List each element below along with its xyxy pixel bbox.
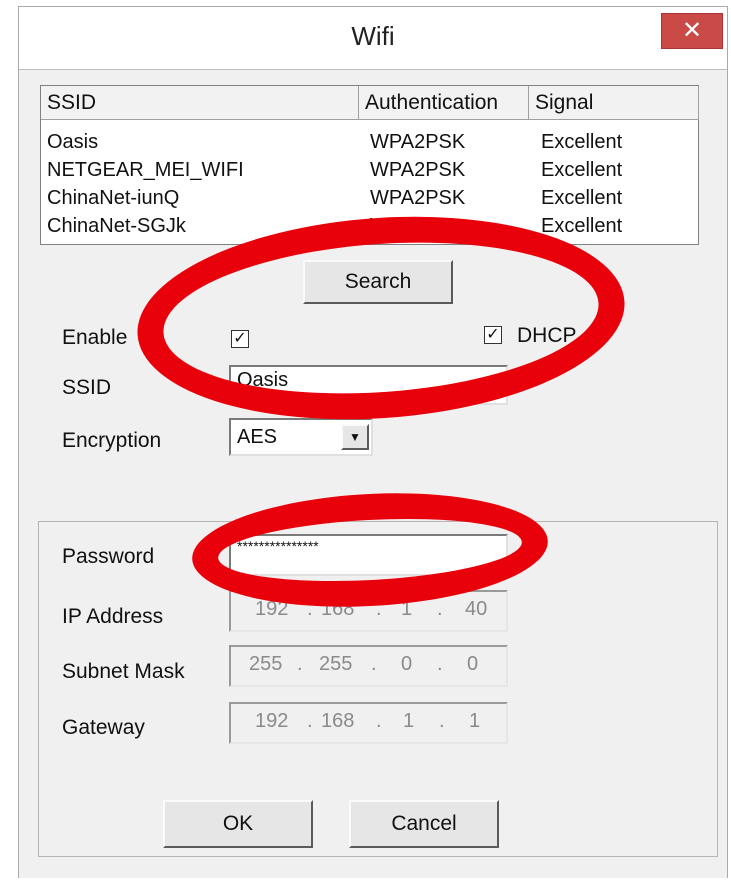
- row-signal: Excellent: [541, 159, 623, 181]
- row-authentication: WPA2PSK: [370, 187, 466, 209]
- close-icon: ✕: [681, 17, 703, 44]
- password-label: Password: [62, 545, 155, 568]
- ip-octet: 192: [255, 710, 289, 732]
- window-title: Wifi: [351, 21, 395, 51]
- row-signal: Excellent: [541, 215, 623, 237]
- ip-octet: 255: [319, 653, 353, 675]
- network-row[interactable]: NETGEAR_MEI_WIFI WPA2PSK Excellent: [41, 159, 698, 187]
- ip-octet: 40: [465, 598, 488, 620]
- row-ssid: NETGEAR_MEI_WIFI: [47, 159, 244, 181]
- encryption-value: AES: [237, 426, 278, 448]
- encryption-select[interactable]: AES ▼: [229, 418, 373, 456]
- column-header-ssid[interactable]: SSID: [41, 86, 359, 120]
- gateway-label: Gateway: [62, 716, 145, 739]
- enable-label: Enable: [62, 326, 128, 349]
- column-header-signal[interactable]: Signal: [529, 86, 699, 120]
- ip-separator: .: [297, 653, 303, 675]
- ip-octet: 0: [401, 653, 413, 675]
- ip-octet: 255: [249, 653, 283, 675]
- network-row[interactable]: ChinaNet-iunQ WPA2PSK Excellent: [41, 187, 698, 215]
- ip-separator: .: [376, 710, 382, 732]
- column-header-authentication[interactable]: Authentication: [359, 86, 529, 120]
- row-ssid: Oasis: [47, 131, 99, 153]
- ip-octet: 1: [469, 710, 481, 732]
- close-button[interactable]: ✕: [661, 13, 723, 49]
- row-authentication: WPA2PSK: [370, 131, 466, 153]
- subnet-mask-input[interactable]: 255 . 255 . 0 . 0: [229, 645, 508, 687]
- title-bar: Wifi ✕: [19, 7, 727, 69]
- ip-octet: 1: [403, 710, 415, 732]
- gateway-input[interactable]: 192 . 168 . 1 . 1: [229, 702, 508, 744]
- dropdown-arrow-icon[interactable]: ▼: [341, 424, 369, 450]
- ip-separator: .: [437, 653, 443, 675]
- ip-separator: .: [371, 653, 377, 675]
- ip-octet: 168: [321, 710, 355, 732]
- ip-separator: .: [439, 710, 445, 732]
- row-signal: Excellent: [541, 131, 623, 153]
- ip-address-label: IP Address: [62, 605, 164, 628]
- ip-separator: .: [437, 598, 443, 620]
- network-row[interactable]: Oasis WPA2PSK Excellent: [41, 131, 698, 159]
- ssid-label: SSID: [62, 376, 112, 399]
- row-signal: Excellent: [541, 187, 623, 209]
- subnet-mask-label: Subnet Mask: [62, 660, 185, 683]
- row-ssid: ChinaNet-SGJk: [47, 215, 186, 237]
- ip-octet: 0: [467, 653, 479, 675]
- cancel-button[interactable]: Cancel: [349, 800, 499, 848]
- ok-button[interactable]: OK: [163, 800, 313, 848]
- row-ssid: ChinaNet-iunQ: [47, 187, 180, 209]
- ip-separator: .: [307, 710, 313, 732]
- row-authentication: WPA2PSK: [370, 159, 466, 181]
- encryption-label: Encryption: [62, 429, 162, 452]
